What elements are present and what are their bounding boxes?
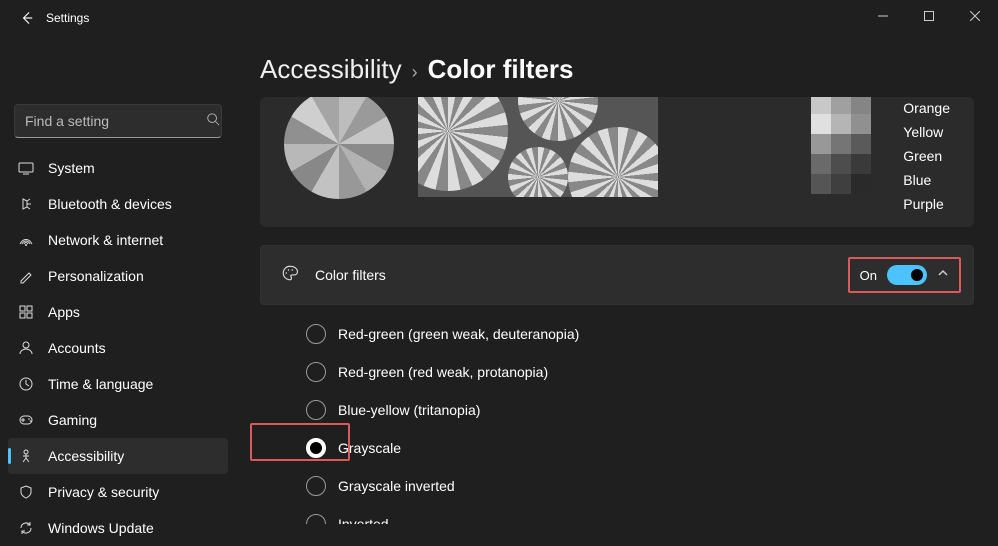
nav-label: Gaming — [48, 412, 97, 428]
window-title: Settings — [46, 11, 89, 25]
nav-label: Apps — [48, 304, 80, 320]
nav-icon — [18, 268, 34, 284]
sidebar-item-bluetooth-devices[interactable]: Bluetooth & devices — [8, 186, 228, 222]
sidebar-item-accessibility[interactable]: Accessibility — [8, 438, 228, 474]
radio-label: Blue-yellow (tritanopia) — [338, 402, 480, 418]
filter-option-red-green-red-weak-protanopia-[interactable]: Red-green (red weak, protanopia) — [306, 353, 974, 391]
sidebar-item-accounts[interactable]: Accounts — [8, 330, 228, 366]
toggle-state-label: On — [860, 268, 877, 283]
nav-label: Network & internet — [48, 232, 163, 248]
expander-header[interactable]: Color filters On — [260, 245, 974, 305]
highlight-grayscale — [250, 423, 350, 461]
main-content: Accessibility › Color filters Orange Yell… — [236, 36, 998, 524]
expander-title: Color filters — [315, 267, 386, 283]
sidebar-item-system[interactable]: System — [8, 150, 228, 186]
nav-label: Privacy & security — [48, 484, 159, 500]
filter-option-grayscale-inverted[interactable]: Grayscale inverted — [306, 467, 974, 505]
color-label-list: Orange Yellow Green Blue Purple — [903, 100, 950, 212]
back-button[interactable] — [12, 3, 42, 33]
radio-button — [306, 400, 326, 420]
filter-option-grayscale[interactable]: Grayscale — [306, 429, 974, 467]
preview-panel: Orange Yellow Green Blue Purple — [260, 97, 974, 227]
radio-label: Grayscale inverted — [338, 478, 455, 494]
filter-option-blue-yellow-tritanopia-[interactable]: Blue-yellow (tritanopia) — [306, 391, 974, 429]
color-label: Purple — [903, 196, 950, 212]
nav-icon — [18, 232, 34, 248]
color-swatches — [811, 97, 871, 194]
sidebar-item-gaming[interactable]: Gaming — [8, 402, 228, 438]
nav-label: Personalization — [48, 268, 144, 284]
filter-option-red-green-green-weak-deuteranopia-[interactable]: Red-green (green weak, deuteranopia) — [306, 315, 974, 353]
color-label: Orange — [903, 100, 950, 116]
radio-button — [306, 362, 326, 382]
close-button[interactable] — [952, 0, 998, 32]
nav-icon — [18, 304, 34, 320]
color-filters-expander: Color filters On Red-green (green weak, … — [260, 245, 974, 524]
radio-label: Red-green (red weak, protanopia) — [338, 364, 548, 380]
search-input[interactable] — [25, 113, 206, 129]
radio-button — [306, 476, 326, 496]
nav-label: Windows Update — [48, 520, 154, 536]
sidebar-item-windows-update[interactable]: Windows Update — [8, 510, 228, 546]
radio-label: Inverted — [338, 516, 389, 524]
sidebar-item-apps[interactable]: Apps — [8, 294, 228, 330]
radio-button — [306, 324, 326, 344]
nav-icon — [18, 160, 34, 176]
search-box[interactable] — [14, 104, 222, 138]
color-label: Yellow — [903, 124, 950, 140]
breadcrumb-separator: › — [412, 62, 418, 83]
nav-icon — [18, 448, 34, 464]
maximize-button[interactable] — [906, 0, 952, 32]
sidebar-item-time-language[interactable]: Time & language — [8, 366, 228, 402]
nav-icon — [18, 376, 34, 392]
sidebar-item-network-internet[interactable]: Network & internet — [8, 222, 228, 258]
color-label: Blue — [903, 172, 950, 188]
nav-label: Accounts — [48, 340, 106, 356]
nav-icon — [18, 196, 34, 212]
color-filters-toggle[interactable] — [887, 265, 927, 285]
sidebar-item-privacy-security[interactable]: Privacy & security — [8, 474, 228, 510]
palette-icon — [281, 264, 299, 287]
search-icon — [206, 112, 220, 131]
breadcrumb: Accessibility › Color filters — [260, 54, 974, 85]
chevron-up-icon[interactable] — [937, 266, 949, 284]
nav-label: System — [48, 160, 95, 176]
minimize-button[interactable] — [860, 0, 906, 32]
radio-button — [306, 514, 326, 524]
filter-options: Red-green (green weak, deuteranopia) Red-… — [260, 305, 974, 524]
sidebar: System Bluetooth & devices Network & inter… — [0, 36, 236, 524]
radio-label: Red-green (green weak, deuteranopia) — [338, 326, 579, 342]
nav-label: Accessibility — [48, 448, 124, 464]
nav-icon — [18, 484, 34, 500]
breadcrumb-current: Color filters — [428, 54, 574, 85]
nav-list: System Bluetooth & devices Network & inter… — [8, 150, 228, 546]
nav-icon — [18, 412, 34, 428]
titlebar: Settings — [0, 0, 998, 36]
nav-icon — [18, 340, 34, 356]
photo-preview — [418, 97, 658, 197]
nav-label: Bluetooth & devices — [48, 196, 172, 212]
breadcrumb-parent[interactable]: Accessibility — [260, 54, 402, 85]
nav-label: Time & language — [48, 376, 153, 392]
color-wheel-preview — [284, 97, 394, 199]
color-label: Green — [903, 148, 950, 164]
filter-option-inverted[interactable]: Inverted — [306, 505, 974, 524]
nav-icon — [18, 520, 34, 536]
sidebar-item-personalization[interactable]: Personalization — [8, 258, 228, 294]
